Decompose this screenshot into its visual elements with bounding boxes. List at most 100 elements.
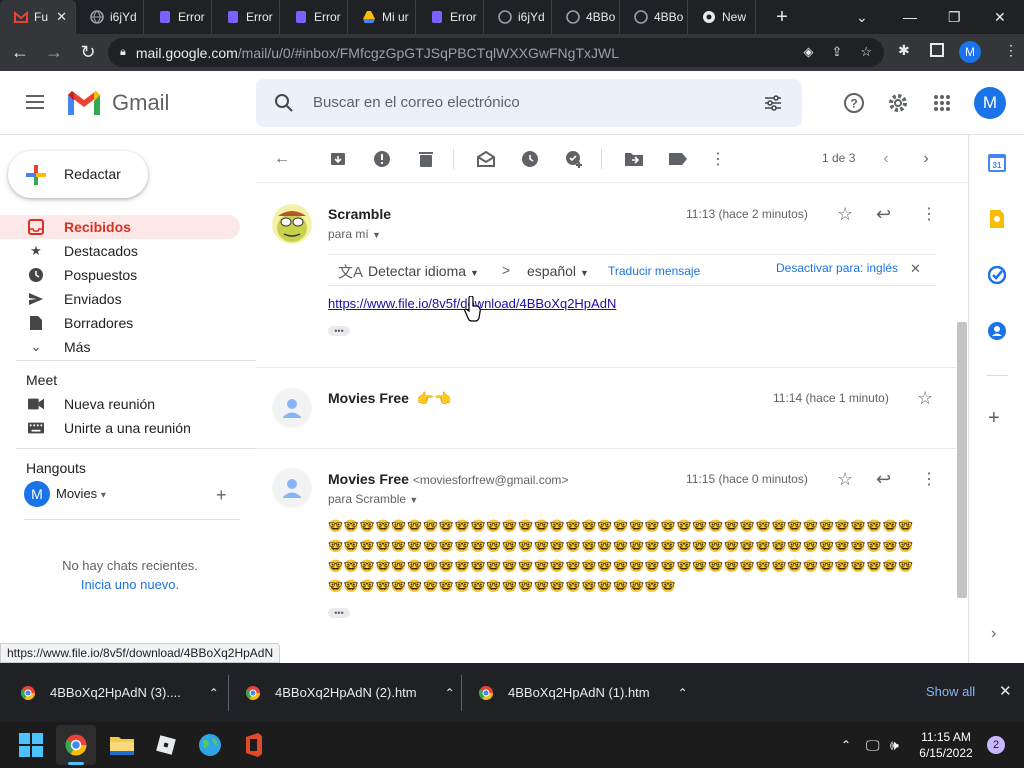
calendar-icon[interactable]: 31: [988, 154, 1006, 172]
profile-avatar[interactable]: M: [959, 41, 981, 63]
star-icon[interactable]: ☆: [837, 204, 853, 225]
expand-panel-icon[interactable]: ›: [991, 625, 996, 643]
tab-4[interactable]: Error: [280, 0, 348, 34]
translate-message-link[interactable]: Traducir mensaje: [608, 264, 700, 278]
windows-start-icon[interactable]: [19, 733, 43, 757]
show-all-downloads-button[interactable]: Show all: [926, 684, 975, 699]
nav-item-inbox[interactable]: Recibidos: [0, 215, 240, 239]
new-meeting-item[interactable]: Nueva reunión: [0, 392, 240, 416]
extensions-icon[interactable]: ✱: [898, 42, 910, 59]
hangouts-avatar[interactable]: M: [24, 481, 50, 507]
next-page-icon[interactable]: ›: [916, 149, 936, 169]
help-icon[interactable]: ?: [842, 91, 866, 115]
gmail-logo[interactable]: Gmail: [66, 89, 169, 117]
notification-badge[interactable]: 2: [987, 736, 1005, 754]
compose-button[interactable]: Redactar: [8, 151, 148, 198]
recipient-line[interactable]: para mí ▼: [328, 227, 381, 241]
add-task-icon[interactable]: [564, 149, 584, 169]
download-item-3[interactable]: 4BBoXq2HpAdN (1).htm ⌃: [478, 663, 688, 722]
disable-translate-link[interactable]: Desactivar para: inglés: [776, 261, 898, 275]
forward-icon[interactable]: →: [40, 39, 68, 67]
chrome-taskbar-button[interactable]: [56, 725, 96, 765]
new-tab-button[interactable]: +: [770, 6, 794, 29]
more-options-icon[interactable]: ⋮: [921, 204, 937, 224]
nav-item-starred[interactable]: ★ Destacados: [0, 239, 240, 263]
scrollbar-thumb[interactable]: [957, 322, 967, 598]
show-trimmed-content-button[interactable]: •••: [328, 608, 350, 618]
recipient-line[interactable]: para Scramble ▼: [328, 492, 418, 506]
restore-icon[interactable]: ❐: [948, 0, 961, 34]
sender-name[interactable]: Movies Free: [328, 390, 409, 406]
sender-avatar[interactable]: [272, 204, 312, 244]
tab-search-icon[interactable]: ⌄: [856, 0, 868, 34]
nav-item-more[interactable]: ⌄ Más: [0, 335, 240, 359]
tab-1[interactable]: i6jYd: [76, 0, 144, 34]
tab-2[interactable]: Error: [144, 0, 212, 34]
more-options-icon[interactable]: ⋮: [708, 149, 728, 169]
volume-icon[interactable]: 🕪︎: [890, 722, 899, 768]
download-item-1[interactable]: 4BBoXq2HpAdN (3).... ⌃: [20, 663, 219, 722]
close-window-icon[interactable]: ✕: [994, 0, 1006, 34]
tab-7[interactable]: i6jYd: [484, 0, 552, 34]
join-meeting-item[interactable]: Unirte a una reunión: [0, 416, 240, 440]
sender-name[interactable]: Movies Free: [328, 471, 409, 487]
tasks-icon[interactable]: [988, 266, 1006, 284]
star-icon[interactable]: ☆: [917, 388, 933, 409]
tab-5[interactable]: Mi ur: [348, 0, 416, 34]
system-clock[interactable]: 11:15 AM 6/15/2022: [916, 729, 976, 761]
star-icon[interactable]: ☆: [837, 469, 853, 490]
target-language-select[interactable]: español ▼: [527, 263, 589, 279]
apps-grid-icon[interactable]: [930, 91, 954, 115]
close-shelf-icon[interactable]: ✕: [999, 682, 1012, 700]
add-addon-icon[interactable]: +: [988, 407, 1000, 430]
maps-globe-icon[interactable]: [196, 731, 224, 759]
delete-icon[interactable]: [416, 149, 436, 169]
back-icon[interactable]: ←: [6, 39, 34, 67]
roblox-icon[interactable]: [152, 731, 180, 759]
browser-menu-icon[interactable]: ⋮: [1004, 42, 1018, 59]
download-item-2[interactable]: 4BBoXq2HpAdN (2).htm ⌃: [245, 663, 455, 722]
label-icon[interactable]: [668, 149, 688, 169]
address-bar[interactable]: 🔒︎ mail.google.com/mail/u/0/#inbox/FMfcg…: [108, 38, 884, 67]
archive-icon[interactable]: [328, 149, 348, 169]
add-chat-icon[interactable]: +: [216, 485, 227, 506]
nav-item-sent[interactable]: Enviados: [0, 287, 240, 311]
file-explorer-icon[interactable]: [108, 731, 136, 759]
tab-8[interactable]: 4BBo: [552, 0, 620, 34]
settings-gear-icon[interactable]: [886, 91, 910, 115]
tab-gmail[interactable]: Fu ✕: [0, 0, 76, 34]
reply-icon[interactable]: ↩: [876, 469, 891, 490]
install-icon[interactable]: ◈: [803, 44, 813, 60]
nav-item-snoozed[interactable]: Pospuestos: [0, 263, 240, 287]
minimize-icon[interactable]: —: [903, 0, 917, 34]
snooze-icon[interactable]: [520, 149, 540, 169]
bookmark-star-icon[interactable]: ☆: [860, 44, 872, 60]
tab-9[interactable]: 4BBo: [620, 0, 688, 34]
account-avatar[interactable]: M: [974, 87, 1006, 119]
search-icon[interactable]: [274, 93, 294, 113]
office-icon[interactable]: [240, 731, 268, 759]
show-trimmed-content-button[interactable]: •••: [328, 326, 350, 336]
reply-icon[interactable]: ↩: [876, 204, 891, 225]
search-box[interactable]: Buscar en el correo electrónico: [256, 79, 802, 127]
nav-item-drafts[interactable]: Borradores: [0, 311, 240, 335]
start-chat-link[interactable]: Inicia uno nuevo.: [0, 577, 260, 592]
show-hidden-icons-icon[interactable]: ⌃: [841, 722, 851, 768]
side-panel-icon[interactable]: [930, 43, 944, 57]
report-spam-icon[interactable]: [372, 149, 392, 169]
search-options-icon[interactable]: [763, 93, 783, 113]
chevron-up-icon[interactable]: ⌃: [209, 686, 219, 700]
chevron-up-icon[interactable]: ⌃: [445, 686, 455, 700]
close-icon[interactable]: ✕: [56, 9, 67, 25]
back-arrow-icon[interactable]: ←: [272, 149, 292, 169]
tab-6[interactable]: Error: [416, 0, 484, 34]
move-to-icon[interactable]: [624, 149, 644, 169]
close-icon[interactable]: ✕: [910, 261, 921, 277]
search-input[interactable]: Buscar en el correo electrónico: [313, 94, 520, 111]
main-menu-icon[interactable]: [26, 95, 44, 109]
tab-10[interactable]: New: [688, 0, 756, 34]
hangouts-user[interactable]: Movies ▾: [56, 486, 106, 501]
chevron-up-icon[interactable]: ⌃: [678, 686, 688, 700]
prev-page-icon[interactable]: ‹: [876, 149, 896, 169]
share-icon[interactable]: ⇪: [831, 44, 842, 60]
